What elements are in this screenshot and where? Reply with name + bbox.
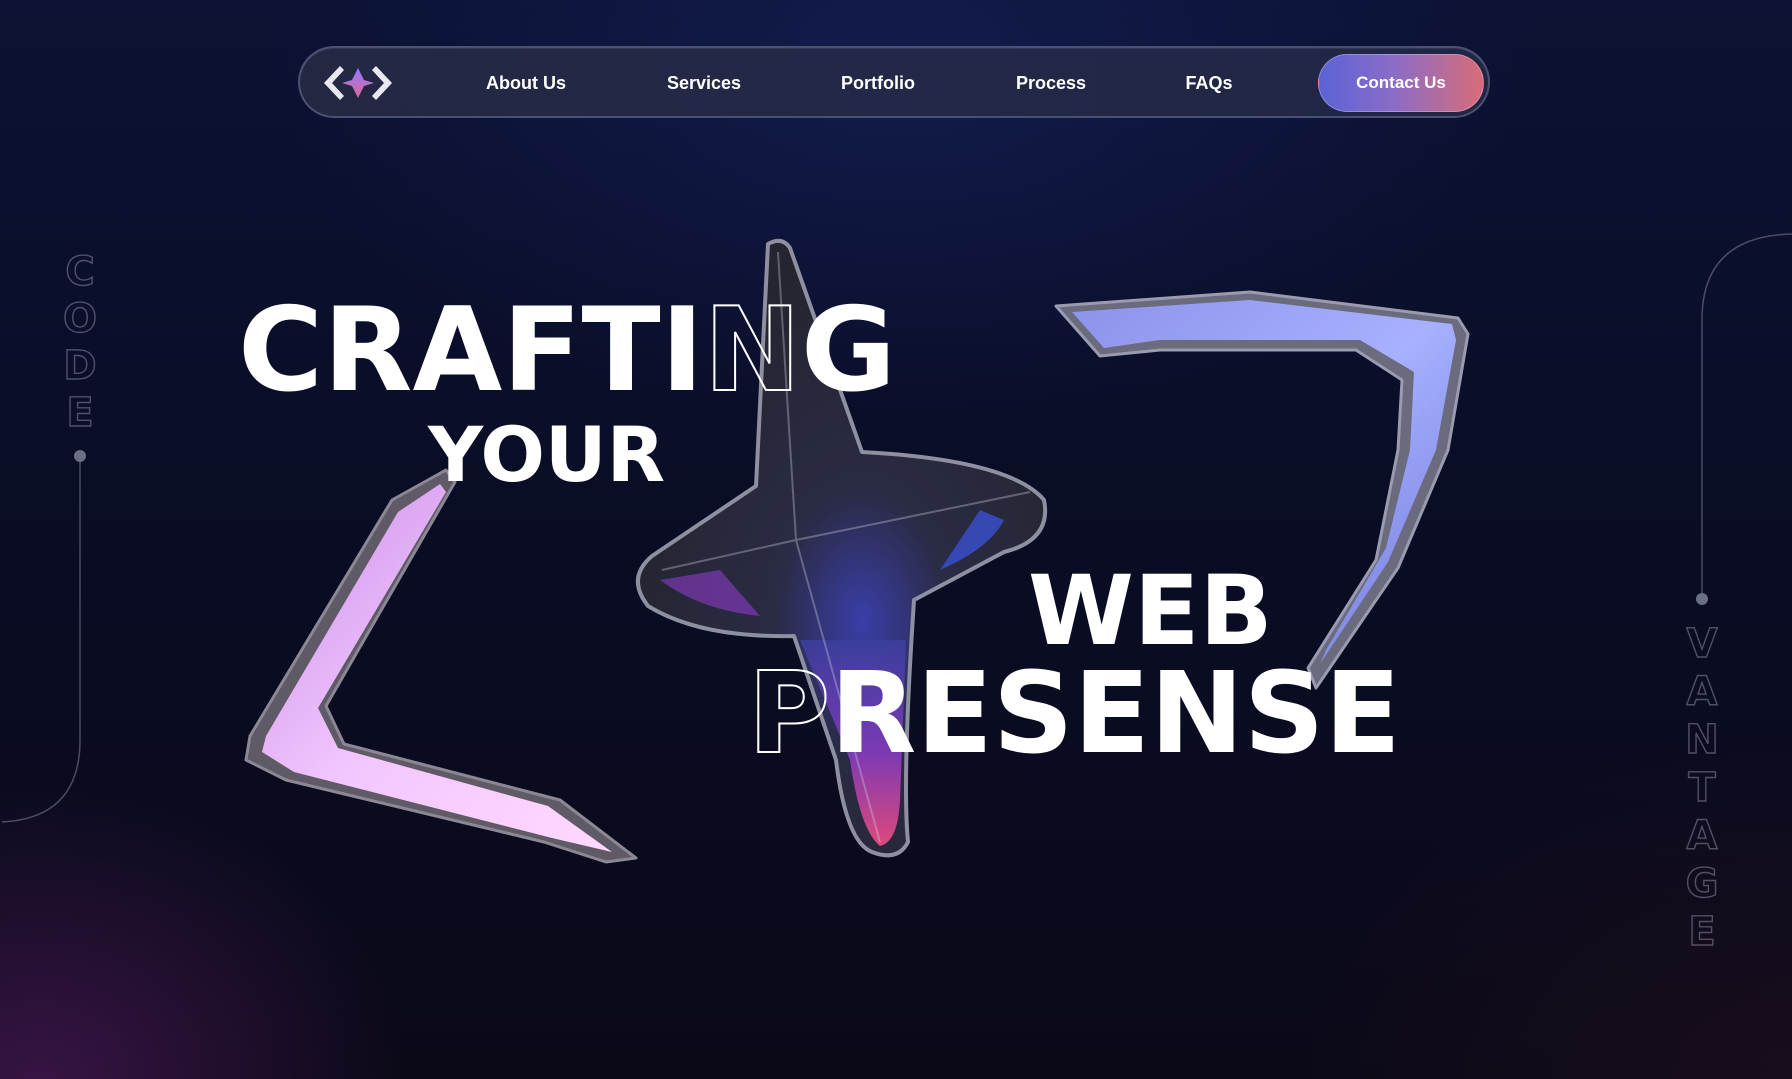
- headline-line-1: CRAFTING: [238, 283, 897, 418]
- headline-resense: RESENSE: [830, 649, 1401, 779]
- headline-line-4: PRESENSE: [747, 649, 1401, 779]
- hero-shapes: [244, 238, 1470, 864]
- headline-your: YOUR: [428, 410, 666, 499]
- headline-g: G: [800, 283, 897, 418]
- headline-outline-p: P: [747, 649, 831, 779]
- left-chevron-3d-icon: [244, 468, 638, 864]
- headline-outline-n: N: [703, 283, 802, 418]
- headline-crafti: CRAFTI: [238, 283, 704, 418]
